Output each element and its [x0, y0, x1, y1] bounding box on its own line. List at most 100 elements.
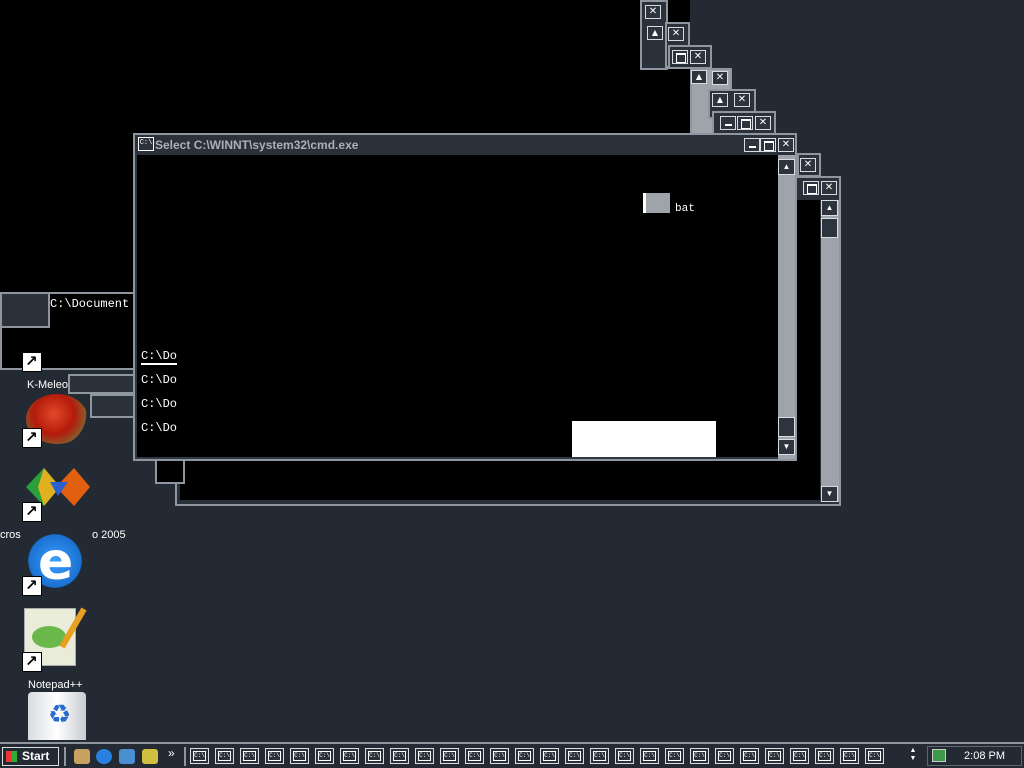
- cmd-titlebar[interactable]: C:\ Select C:\WINNT\system32\cmd.exe: [135, 135, 795, 155]
- system-tray: 2:08 PM: [927, 746, 1022, 766]
- stacked-max-button-6[interactable]: [737, 116, 753, 130]
- taskbar-item-console[interactable]: C:\: [565, 748, 584, 764]
- show-desktop-icon[interactable]: [74, 749, 90, 764]
- taskbar-item-console[interactable]: C:\: [390, 748, 409, 764]
- selection-highlight: [572, 421, 716, 457]
- console-icon: C:\: [293, 751, 306, 761]
- taskbar-item-console[interactable]: C:\: [215, 748, 234, 764]
- behind-scroll-up[interactable]: ▲: [821, 200, 838, 216]
- taskbar-item-console[interactable]: C:\: [615, 748, 634, 764]
- ie-icon[interactable]: [96, 749, 112, 764]
- taskbar-item-console[interactable]: C:\: [790, 748, 809, 764]
- taskbar-item-console[interactable]: C:\: [240, 748, 259, 764]
- console-icon: C:\: [668, 751, 681, 761]
- console-icon: C:\: [218, 751, 231, 761]
- taskbar-item-console[interactable]: C:\: [290, 748, 309, 764]
- stacked-scroll-up-4[interactable]: [691, 70, 707, 84]
- console-icon: C:\: [593, 751, 606, 761]
- cmd-window[interactable]: C:\ Select C:\WINNT\system32\cmd.exe bat…: [133, 133, 797, 461]
- taskbar-item-console[interactable]: C:\: [865, 748, 884, 764]
- taskbar-item-console[interactable]: C:\: [640, 748, 659, 764]
- shortcut-arrow-icon: [22, 428, 42, 448]
- background-window-text: C:\Document: [50, 297, 130, 311]
- console-icon: C:\: [393, 751, 406, 761]
- taskbar-item-console[interactable]: C:\: [715, 748, 734, 764]
- taskbar-item-console[interactable]: C:\: [365, 748, 384, 764]
- taskbar-item-console[interactable]: C:\: [515, 748, 534, 764]
- console-icon: C:\: [318, 751, 331, 761]
- desktop-icon-browser[interactable]: [20, 392, 90, 450]
- taskbar-item-console[interactable]: C:\: [765, 748, 784, 764]
- desktop-icon-visual-studio[interactable]: [20, 462, 92, 524]
- desktop-icon-label: K-Meleo: [27, 379, 68, 391]
- taskbar: Start » C:\ C:\ C:\ C:\ C:\ C:\ C:\ C:\ C:\ C:\ C:…: [0, 742, 1024, 768]
- taskbar-scroll-arrows[interactable]: ▲ ▼: [906, 747, 920, 765]
- console-icon: C:\: [243, 751, 256, 761]
- stacked-close-button-7[interactable]: [800, 158, 816, 172]
- network-icon[interactable]: [932, 749, 946, 762]
- console-icon: C:\: [418, 751, 431, 761]
- console-icon: C:\: [643, 751, 656, 761]
- desktop-icon-notepad-plus-plus[interactable]: [20, 604, 92, 674]
- taskbar-item-console[interactable]: C:\: [440, 748, 459, 764]
- stacked-close-button-5[interactable]: [734, 93, 750, 107]
- scroll-thumb[interactable]: [778, 417, 795, 437]
- outlook-icon[interactable]: [119, 749, 135, 764]
- taskbar-item-console[interactable]: C:\: [540, 748, 559, 764]
- taskbar-item-console[interactable]: C:\: [840, 748, 859, 764]
- taskbar-separator: [64, 747, 66, 766]
- stacked-max-button-3[interactable]: [672, 50, 688, 64]
- console-output[interactable]: bat C:\Do C:\Do C:\Do C:\Do: [137, 155, 778, 457]
- console-icon: C:\: [193, 751, 206, 761]
- stacked-close-button-6[interactable]: [755, 116, 771, 130]
- cmd-scrollbar[interactable]: ▲ ▼: [778, 155, 795, 459]
- quick-launch-chevron[interactable]: »: [168, 746, 175, 760]
- behind-scrollbar[interactable]: ▲ ▼: [821, 200, 839, 502]
- console-icon: C:\: [718, 751, 731, 761]
- behind-scroll-thumb[interactable]: [821, 218, 838, 238]
- console-icon: C:\: [568, 751, 581, 761]
- taskbar-item-console[interactable]: C:\: [340, 748, 359, 764]
- taskbar-item-console[interactable]: C:\: [465, 748, 484, 764]
- desktop-icon-recycle-bin[interactable]: ♻: [26, 692, 90, 740]
- taskbar-item-console[interactable]: C:\: [740, 748, 759, 764]
- console-icon: C:\: [768, 751, 781, 761]
- console-icon: C:\: [468, 751, 481, 761]
- console-line-2: C:\Do: [141, 373, 178, 387]
- start-button[interactable]: Start: [2, 747, 59, 766]
- taskbar-item-console[interactable]: C:\: [690, 748, 709, 764]
- behind-scroll-down[interactable]: ▼: [821, 486, 838, 502]
- close-button[interactable]: [778, 138, 794, 152]
- search-icon[interactable]: [142, 749, 158, 764]
- desktop-icon-label: Notepad++: [28, 679, 83, 691]
- stacked-close-button-2[interactable]: [668, 27, 684, 41]
- maximize-button[interactable]: [760, 138, 776, 152]
- taskbar-item-console[interactable]: C:\: [490, 748, 509, 764]
- stacked-scroll-up-1[interactable]: [647, 26, 663, 40]
- stacked-scroll-up-5[interactable]: [712, 93, 728, 107]
- taskbar-item-console[interactable]: C:\: [315, 748, 334, 764]
- scroll-up-button[interactable]: ▲: [778, 159, 795, 175]
- taskbar-item-console[interactable]: C:\: [415, 748, 434, 764]
- desktop-icon-internet-explorer[interactable]: e: [20, 526, 90, 598]
- taskbar-item-console[interactable]: C:\: [590, 748, 609, 764]
- taskbar-item-console[interactable]: C:\: [190, 748, 209, 764]
- taskbar-item-console[interactable]: C:\: [815, 748, 834, 764]
- minimize-button[interactable]: [744, 138, 760, 152]
- behind-close-button[interactable]: [821, 181, 837, 195]
- windows-flag-icon: [6, 751, 17, 762]
- console-icon: C:\: [693, 751, 706, 761]
- taskbar-item-console[interactable]: C:\: [265, 748, 284, 764]
- scroll-down-button[interactable]: ▼: [778, 439, 795, 455]
- behind-max-button[interactable]: [803, 181, 819, 195]
- stacked-min-button-6[interactable]: [720, 116, 736, 130]
- taskbar-item-console[interactable]: C:\: [665, 748, 684, 764]
- console-line-3: C:\Do: [141, 397, 178, 411]
- ie-letter: e: [38, 532, 74, 592]
- stacked-close-button-3[interactable]: [690, 50, 706, 64]
- stacked-close-button-1[interactable]: [645, 5, 661, 19]
- stacked-close-button-4[interactable]: [712, 71, 728, 85]
- console-fragment-text: bat: [675, 203, 695, 215]
- clock[interactable]: 2:08 PM: [964, 750, 1005, 762]
- shortcut-arrow-icon: [22, 576, 42, 596]
